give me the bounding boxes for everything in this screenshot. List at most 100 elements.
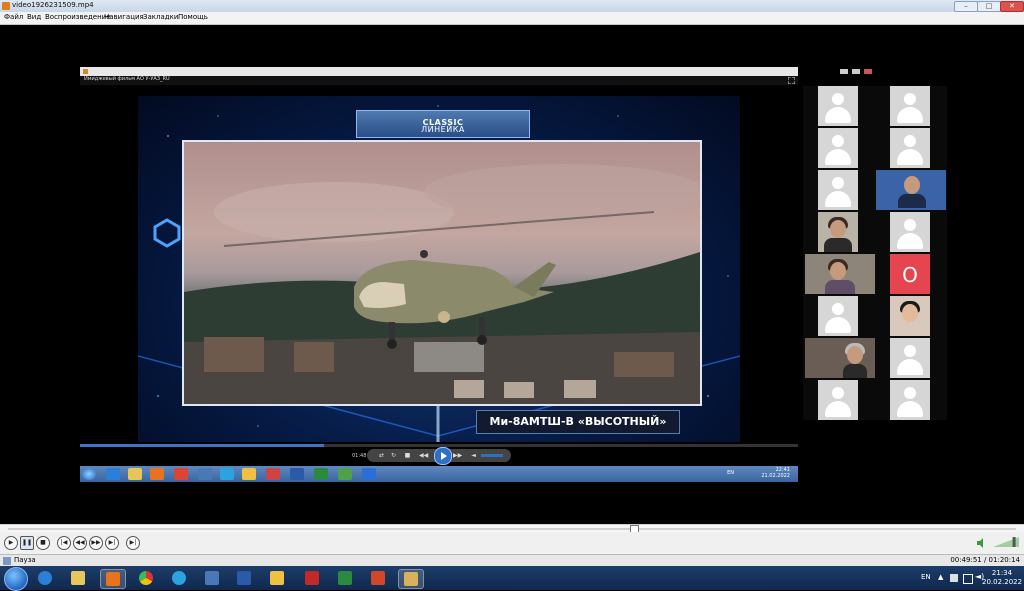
shared-shuffle-icon[interactable]: ⇄ bbox=[377, 451, 386, 460]
telegram-icon bbox=[172, 571, 186, 585]
participant-tile[interactable] bbox=[890, 212, 930, 252]
clock-date: 20.02.2022 bbox=[982, 578, 1023, 586]
taskbar-word[interactable] bbox=[232, 569, 256, 587]
forward-button[interactable]: ▶▶ bbox=[89, 536, 103, 550]
shared-tray-lang: EN bbox=[727, 470, 734, 476]
participant-video-tile[interactable] bbox=[890, 296, 930, 336]
participant-video-tile[interactable] bbox=[805, 254, 875, 294]
shared-start-icon bbox=[82, 468, 96, 480]
participant-tile[interactable] bbox=[818, 86, 858, 126]
shared-volume-icon[interactable]: ◄ bbox=[469, 451, 478, 460]
excel-icon bbox=[338, 571, 352, 585]
taskbar-media-player[interactable] bbox=[100, 569, 126, 589]
participant-tile[interactable] bbox=[890, 338, 930, 378]
shared-previous-icon[interactable]: ◀◀ bbox=[419, 451, 428, 460]
clock-time: 21:34 bbox=[991, 569, 1013, 577]
taskbar-excel[interactable] bbox=[333, 569, 357, 587]
ie-icon bbox=[38, 571, 52, 585]
participant-initial-tile[interactable]: О bbox=[890, 254, 930, 294]
taskbar-ie[interactable] bbox=[33, 569, 57, 587]
taskbar-telegram[interactable] bbox=[167, 569, 191, 587]
pause-button[interactable]: ❚❚ bbox=[20, 536, 34, 550]
menu-file[interactable]: Файл bbox=[4, 13, 23, 21]
player-controls: ▶ ❚❚ ■ |◀ ◀◀ ▶▶ ▶| ▶| bbox=[0, 532, 1024, 554]
participant-initial: О bbox=[902, 263, 918, 287]
shared-folder2-icon bbox=[242, 468, 256, 480]
word-icon bbox=[237, 571, 251, 585]
volume-slider[interactable] bbox=[993, 536, 1019, 548]
shared-acrobat-icon bbox=[266, 468, 280, 480]
status-text: Пауза bbox=[14, 556, 36, 564]
tray-language[interactable]: EN bbox=[921, 573, 931, 581]
shared-telegram-icon bbox=[220, 468, 234, 480]
maximize-button[interactable]: □ bbox=[977, 1, 1001, 12]
taskbar-explorer[interactable] bbox=[66, 569, 90, 587]
volume-icon[interactable] bbox=[977, 538, 987, 548]
rewind-button[interactable]: ◀◀ bbox=[73, 536, 87, 550]
shared-stop-icon[interactable]: ■ bbox=[403, 451, 412, 460]
shared-play-icon bbox=[441, 452, 447, 460]
tray-expand-icon[interactable]: ▲ bbox=[938, 573, 943, 581]
frame-step-button[interactable]: ▶| bbox=[126, 536, 140, 550]
taskbar-paint[interactable] bbox=[265, 569, 289, 587]
fullscreen-icon bbox=[788, 77, 795, 84]
shared-media-icon bbox=[150, 468, 164, 480]
close-button[interactable]: ✕ bbox=[1000, 1, 1024, 12]
play-button[interactable]: ▶ bbox=[4, 536, 18, 550]
participant-tile[interactable] bbox=[818, 170, 858, 210]
menu-help[interactable]: Помощь bbox=[178, 13, 208, 21]
lineup-banner: ЛИНЕЙКА CLASSIC bbox=[356, 110, 530, 138]
taskbar-video-player[interactable] bbox=[398, 569, 424, 589]
shared-word-icon bbox=[290, 468, 304, 480]
participant-video-tile[interactable] bbox=[876, 170, 946, 210]
banner-prefix: ЛИНЕЙКА bbox=[421, 125, 465, 134]
shared-window-title: Имиджевый фильм АО У-УАЗ_RU bbox=[84, 76, 170, 82]
shared-app-icon bbox=[83, 69, 88, 74]
participant-tile[interactable] bbox=[818, 296, 858, 336]
participant-tile[interactable] bbox=[818, 380, 858, 420]
menu-view[interactable]: Вид bbox=[27, 13, 41, 21]
taskbar-clock[interactable]: 21:34 20.02.2022 bbox=[982, 569, 1022, 587]
menu-navigation[interactable]: Навигация bbox=[104, 13, 144, 21]
action-center-icon[interactable] bbox=[950, 574, 958, 582]
participant-tile[interactable] bbox=[890, 86, 930, 126]
participant-tile[interactable] bbox=[890, 128, 930, 168]
taskbar-powerpoint[interactable] bbox=[366, 569, 390, 587]
acrobat-icon bbox=[305, 571, 319, 585]
start-button[interactable] bbox=[4, 567, 28, 591]
stop-button[interactable]: ■ bbox=[36, 536, 50, 550]
shared-folder-icon bbox=[128, 468, 142, 480]
shared-play-button[interactable] bbox=[434, 447, 452, 465]
paint-icon bbox=[270, 571, 284, 585]
helicopter-model-caption: Ми-8АМТШ-В «ВЫСОТНЫЙ» bbox=[476, 410, 680, 434]
status-icon bbox=[3, 557, 11, 565]
network-icon[interactable] bbox=[963, 574, 973, 584]
shared-chrome-icon bbox=[174, 468, 188, 480]
taskbar-chrome[interactable] bbox=[134, 569, 158, 587]
app-icon bbox=[2, 2, 10, 10]
shared-tray-clock: 22:41 21.02.2022 bbox=[761, 467, 790, 479]
taskbar-acrobat[interactable] bbox=[300, 569, 324, 587]
shared-repeat-icon[interactable]: ↻ bbox=[389, 451, 398, 460]
next-button[interactable]: ▶| bbox=[105, 536, 119, 550]
menu-bar: Файл Вид Воспроизведение Навигация Закла… bbox=[0, 12, 1024, 25]
previous-button[interactable]: |◀ bbox=[57, 536, 71, 550]
folder-icon bbox=[71, 571, 85, 585]
shared-next-icon[interactable]: ▶▶ bbox=[453, 451, 462, 460]
shared-zoom-icon bbox=[362, 468, 376, 480]
taskbar-printer[interactable] bbox=[200, 569, 224, 587]
caption-text: Ми-8АМТШ-В «ВЫСОТНЫЙ» bbox=[489, 415, 667, 428]
menu-bookmarks[interactable]: Закладки bbox=[143, 13, 178, 21]
participant-tile[interactable] bbox=[818, 128, 858, 168]
minimize-button[interactable]: – bbox=[954, 1, 978, 12]
shared-taskbar: EN 22:41 21.02.2022 bbox=[80, 466, 798, 482]
menu-playback[interactable]: Воспроизведение bbox=[45, 13, 111, 21]
hexagon-decoration-icon bbox=[153, 218, 181, 248]
shared-volume-slider[interactable] bbox=[481, 454, 503, 457]
participant-video-tile[interactable] bbox=[818, 212, 858, 252]
participant-video-tile[interactable] bbox=[805, 338, 875, 378]
video-player-icon bbox=[404, 572, 418, 586]
shared-excel-icon bbox=[314, 468, 328, 480]
shared-app-icon-2 bbox=[338, 468, 352, 480]
participant-tile[interactable] bbox=[890, 380, 930, 420]
